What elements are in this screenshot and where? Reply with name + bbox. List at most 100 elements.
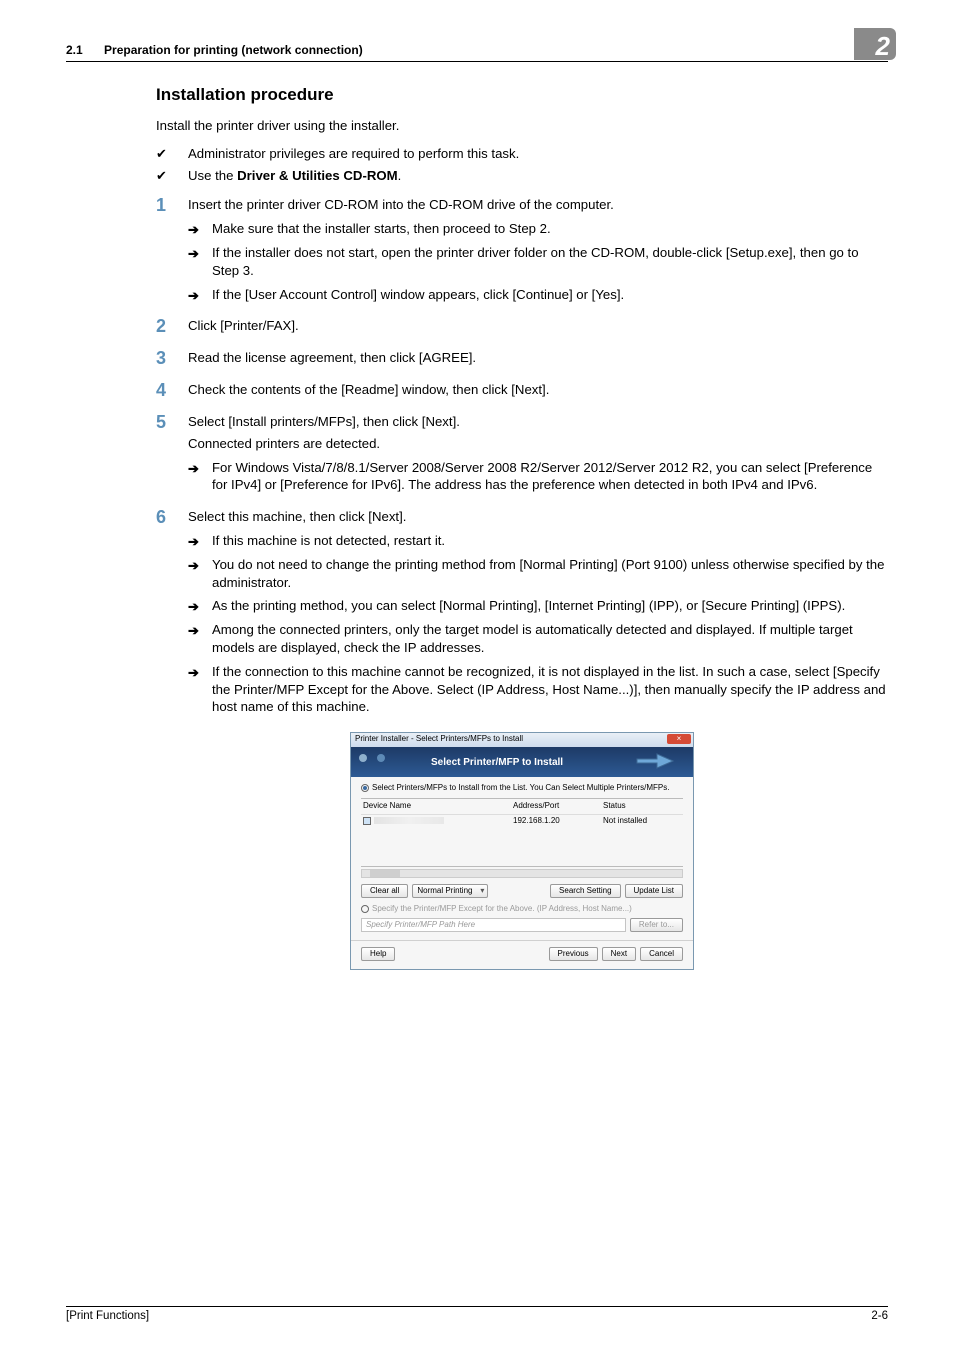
- substep-item: ➔As the printing method, you can select …: [188, 597, 888, 615]
- table-row[interactable]: 192.168.1.20 Not installed: [361, 815, 683, 828]
- step-item: 3 Read the license agreement, then click…: [156, 349, 888, 367]
- col-device-name: Device Name: [363, 801, 513, 812]
- prereq-item: ✔ Administrator privileges are required …: [156, 145, 888, 163]
- arrow-icon: ➔: [188, 533, 199, 551]
- step-number: 6: [156, 505, 178, 529]
- step-number: 2: [156, 314, 178, 338]
- steps-list: 1 Insert the printer driver CD-ROM into …: [156, 196, 888, 716]
- cancel-button[interactable]: Cancel: [640, 947, 683, 961]
- arrow-icon: ➔: [188, 557, 199, 575]
- device-name-blurred: [374, 817, 444, 824]
- arrow-icon: ➔: [188, 622, 199, 640]
- substep-item: ➔ If the connection to this machine canno…: [188, 663, 888, 716]
- substep-text: You do not need to change the printing m…: [212, 557, 884, 590]
- step-item: 6 Select this machine, then click [Next]…: [156, 508, 888, 716]
- radio-specify-printer[interactable]: Specify the Printer/MFP Except for the A…: [361, 904, 683, 915]
- substep-item: ➔ Make sure that the installer starts, th…: [188, 220, 888, 238]
- substep-text: Among the connected printers, only the t…: [212, 622, 853, 655]
- banner-arrow-icon: [635, 751, 675, 771]
- dialog-banner: Select Printer/MFP to Install: [351, 747, 693, 777]
- step-note: Connected printers are detected.: [188, 435, 888, 453]
- installer-dialog: Printer Installer - Select Printers/MFPs…: [350, 732, 694, 970]
- search-setting-button[interactable]: Search Setting: [550, 884, 620, 898]
- prereq-text-prefix: Use the: [188, 168, 237, 183]
- arrow-icon: ➔: [188, 245, 199, 263]
- substep-text: If the installer does not start, open th…: [212, 245, 859, 278]
- chapter-badge: 2: [854, 28, 896, 60]
- arrow-icon: ➔: [188, 664, 199, 682]
- substep-text: If the [User Account Control] window app…: [212, 287, 624, 302]
- step-number: 5: [156, 410, 178, 434]
- check-icon: ✔: [156, 167, 167, 185]
- section-number: 2.1: [66, 43, 83, 57]
- substep-item: ➔ For Windows Vista/7/8/8.1/Server 2008/S…: [188, 459, 888, 495]
- prereq-list: ✔ Administrator privileges are required …: [156, 145, 888, 185]
- step-item: 1 Insert the printer driver CD-ROM into …: [156, 196, 888, 303]
- page-header: 2.1 Preparation for printing (network co…: [66, 40, 888, 62]
- arrow-icon: ➔: [188, 221, 199, 239]
- footer-right: 2-6: [871, 1310, 888, 1322]
- help-button[interactable]: Help: [361, 947, 395, 961]
- radio-icon: [361, 905, 369, 913]
- step-number: 1: [156, 193, 178, 217]
- radio-select-from-list[interactable]: Select Printers/MFPs to Install from the…: [361, 783, 683, 794]
- substep-item: ➔ If the installer does not start, open t…: [188, 244, 888, 280]
- banner-logo-icon: [359, 754, 389, 770]
- step-item: 2 Click [Printer/FAX].: [156, 317, 888, 335]
- step-number: 3: [156, 346, 178, 370]
- col-address-port: Address/Port: [513, 801, 603, 812]
- prereq-item: ✔ Use the Driver & Utilities CD-ROM.: [156, 167, 888, 185]
- substep-text: If the connection to this machine cannot…: [212, 664, 886, 715]
- content-intro: Install the printer driver using the ins…: [156, 117, 888, 135]
- substep-text: For Windows Vista/7/8/8.1/Server 2008/Se…: [212, 460, 872, 493]
- arrow-icon: ➔: [188, 287, 199, 305]
- row-checkbox[interactable]: [363, 817, 371, 825]
- step-text: Select this machine, then click [Next].: [188, 509, 406, 524]
- printer-table: Device Name Address/Port Status 192.168.…: [361, 798, 683, 867]
- dialog-titlebar[interactable]: Printer Installer - Select Printers/MFPs…: [351, 733, 693, 747]
- row-address: 192.168.1.20: [513, 816, 603, 827]
- substep-item: ➔ If this machine is not detected, restar…: [188, 532, 888, 550]
- section-title: Preparation for printing (network connec…: [104, 43, 363, 57]
- arrow-icon: ➔: [188, 460, 199, 478]
- radio-icon: [361, 784, 369, 792]
- radio-label: Select Printers/MFPs to Install from the…: [372, 783, 669, 792]
- horizontal-scrollbar[interactable]: [361, 869, 683, 878]
- step-item: 4 Check the contents of the [Readme] win…: [156, 381, 888, 399]
- prereq-text-suffix: .: [398, 168, 402, 183]
- chapter-number: 2: [876, 31, 890, 61]
- step-text: Check the contents of the [Readme] windo…: [188, 382, 549, 397]
- close-button[interactable]: ×: [667, 734, 691, 744]
- step-number: 4: [156, 378, 178, 402]
- previous-button[interactable]: Previous: [549, 947, 598, 961]
- close-icon: ×: [677, 734, 682, 743]
- table-header: Device Name Address/Port Status: [361, 799, 683, 815]
- update-list-button[interactable]: Update List: [625, 884, 683, 898]
- installer-dialog-wrap: Printer Installer - Select Printers/MFPs…: [156, 732, 888, 970]
- header-left: 2.1 Preparation for printing (network co…: [66, 43, 363, 57]
- radio-label: Specify the Printer/MFP Except for the A…: [372, 904, 632, 913]
- refer-to-button[interactable]: Refer to...: [630, 918, 683, 932]
- page-footer: [Print Functions] 2-6: [66, 1306, 888, 1322]
- substep-text: Make sure that the installer starts, the…: [212, 221, 551, 236]
- substep-item: ➔ Among the connected printers, only the …: [188, 621, 888, 657]
- prereq-text-bold: Driver & Utilities CD-ROM: [237, 168, 397, 183]
- col-status: Status: [603, 801, 663, 812]
- step-text: Insert the printer driver CD-ROM into th…: [188, 197, 614, 212]
- row-status: Not installed: [603, 816, 663, 827]
- clear-all-button[interactable]: Clear all: [361, 884, 408, 898]
- next-button[interactable]: Next: [602, 947, 636, 961]
- substep-text: If this machine is not detected, restart…: [212, 533, 445, 548]
- substep-item: ➔ If the [User Account Control] window ap…: [188, 286, 888, 304]
- banner-title: Select Printer/MFP to Install: [431, 756, 563, 770]
- printing-method-select[interactable]: Normal Printing: [412, 884, 488, 898]
- content-title: Installation procedure: [156, 84, 888, 107]
- printer-path-input[interactable]: Specify Printer/MFP Path Here: [361, 918, 626, 932]
- step-text: Read the license agreement, then click […: [188, 350, 476, 365]
- footer-left: [Print Functions]: [66, 1310, 149, 1322]
- step-text: Click [Printer/FAX].: [188, 318, 299, 333]
- step-item: 5 Select [Install printers/MFPs], then c…: [156, 413, 888, 494]
- prereq-text: Administrator privileges are required to…: [188, 146, 519, 161]
- substep-item: ➔ You do not need to change the printing …: [188, 556, 888, 592]
- substep-text: As the printing method, you can select […: [212, 598, 845, 613]
